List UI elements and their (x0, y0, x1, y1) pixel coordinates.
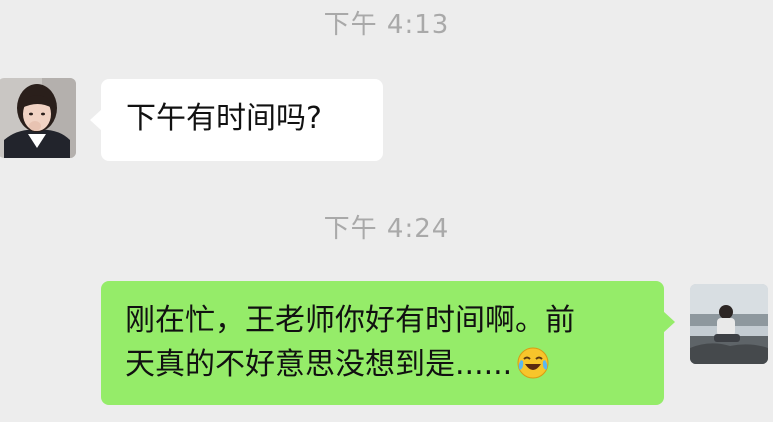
contact-avatar[interactable] (0, 78, 76, 158)
message-text-line: 天真的不好意思没想到是...... (125, 347, 513, 382)
girl-avatar-icon (0, 78, 76, 158)
message-text-line: 刚在忙，王老师你好有时间啊。前 (125, 303, 575, 338)
outgoing-message-bubble[interactable]: 刚在忙，王老师你好有时间啊。前 天真的不好意思没想到是...... (101, 281, 675, 405)
man-outdoor-avatar-icon (690, 284, 768, 364)
message-text: 下午有时间吗? (126, 101, 322, 136)
laughing-crying-emoji-icon (517, 347, 549, 379)
chat-message-list: 下午 4:13 下午有时间吗? 下午 4:24 刚在忙，王老师你好有时间啊。前 … (0, 0, 773, 422)
my-avatar[interactable] (690, 284, 768, 364)
incoming-message-bubble[interactable]: 下午有时间吗? (90, 79, 383, 161)
message-timestamp: 下午 4:13 (323, 10, 450, 40)
message-timestamp: 下午 4:24 (323, 214, 450, 244)
